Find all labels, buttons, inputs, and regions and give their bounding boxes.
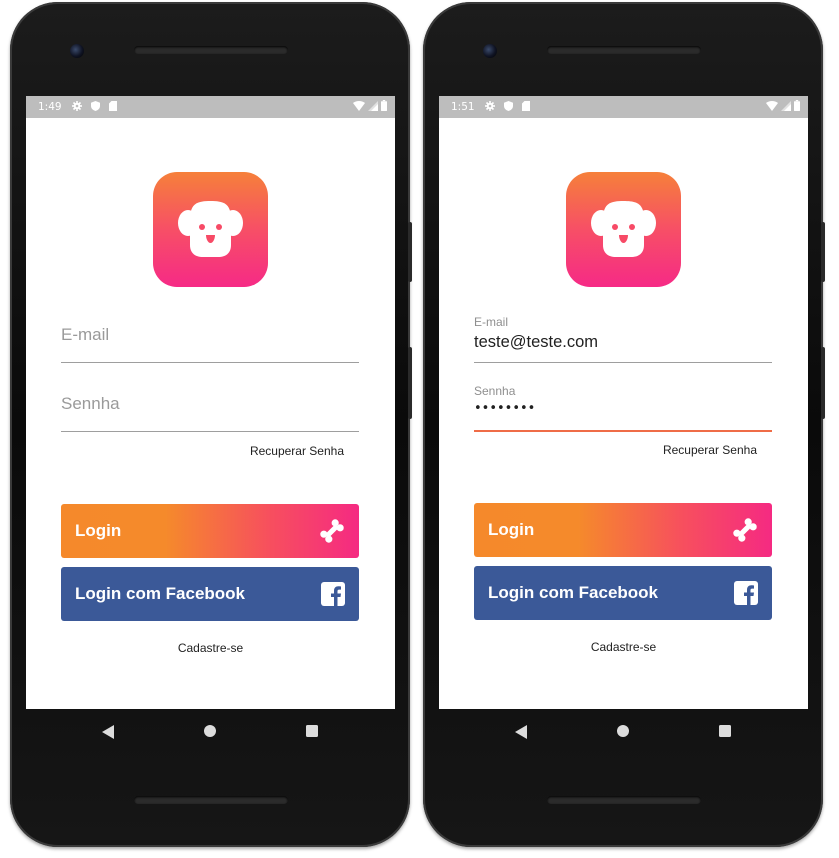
bottom-speaker bbox=[134, 796, 288, 804]
email-underline bbox=[474, 362, 772, 363]
facebook-login-button[interactable]: Login com Facebook bbox=[474, 566, 772, 620]
login-button-label: Login bbox=[488, 520, 535, 539]
settings-icon bbox=[71, 100, 82, 114]
login-button[interactable]: Login bbox=[474, 503, 772, 557]
dog-face-icon bbox=[178, 201, 243, 257]
shield-icon bbox=[90, 100, 100, 114]
volume-button bbox=[821, 222, 825, 282]
app-logo bbox=[566, 172, 681, 287]
bone-icon bbox=[732, 517, 758, 543]
phone-frame-left: 1:49 E-mail Sennha Recuperar Senha Login… bbox=[10, 2, 412, 847]
facebook-icon bbox=[734, 581, 758, 605]
wifi-icon bbox=[766, 100, 778, 114]
facebook-icon bbox=[321, 582, 345, 606]
password-field[interactable]: Sennha •••••••• bbox=[474, 379, 772, 432]
signup-link[interactable]: Cadastre-se bbox=[439, 640, 808, 654]
recents-icon[interactable] bbox=[306, 725, 318, 737]
settings-icon bbox=[484, 100, 495, 114]
email-value: teste@teste.com bbox=[474, 333, 599, 351]
screen-right: 1:51 E-mail teste@teste.com Sennha •••••… bbox=[439, 96, 808, 709]
screen-left: 1:49 E-mail Sennha Recuperar Senha Login… bbox=[26, 96, 395, 709]
phone-frame-right: 1:51 E-mail teste@teste.com Sennha •••••… bbox=[423, 2, 825, 847]
back-icon[interactable] bbox=[515, 725, 527, 744]
navigation-bar bbox=[26, 709, 395, 753]
battery-icon bbox=[381, 100, 387, 114]
earpiece-speaker bbox=[547, 46, 701, 54]
password-field[interactable]: Sennha bbox=[61, 379, 359, 432]
facebook-login-button[interactable]: Login com Facebook bbox=[61, 567, 359, 621]
home-icon[interactable] bbox=[204, 725, 216, 737]
status-bar: 1:49 bbox=[26, 96, 395, 118]
facebook-button-label: Login com Facebook bbox=[488, 583, 659, 602]
signal-icon bbox=[368, 100, 378, 114]
volume-button bbox=[408, 222, 412, 282]
power-button bbox=[408, 347, 412, 419]
recover-password-link[interactable]: Recuperar Senha bbox=[663, 443, 757, 457]
login-button-label: Login bbox=[75, 521, 122, 540]
front-camera bbox=[483, 44, 497, 58]
signal-icon bbox=[781, 100, 791, 114]
front-camera bbox=[70, 44, 84, 58]
email-field[interactable]: E-mail bbox=[61, 310, 359, 363]
bone-icon bbox=[319, 518, 345, 544]
login-button[interactable]: Login bbox=[61, 504, 359, 558]
email-placeholder: E-mail bbox=[61, 325, 110, 344]
bottom-speaker bbox=[547, 796, 701, 804]
dog-face-icon bbox=[591, 201, 656, 257]
email-field[interactable]: E-mail teste@teste.com bbox=[474, 310, 772, 363]
back-icon[interactable] bbox=[102, 725, 114, 744]
status-bar: 1:51 bbox=[439, 96, 808, 118]
status-time: 1:51 bbox=[451, 101, 475, 113]
email-label: E-mail bbox=[474, 315, 509, 329]
earpiece-speaker bbox=[134, 46, 288, 54]
wifi-icon bbox=[353, 100, 365, 114]
home-icon[interactable] bbox=[617, 725, 629, 737]
email-underline bbox=[61, 362, 359, 363]
navigation-bar bbox=[439, 709, 808, 753]
password-underline bbox=[61, 431, 359, 432]
recover-password-link[interactable]: Recuperar Senha bbox=[250, 444, 344, 458]
app-logo bbox=[153, 172, 268, 287]
status-time: 1:49 bbox=[38, 101, 62, 113]
facebook-button-label: Login com Facebook bbox=[75, 584, 246, 603]
signup-link[interactable]: Cadastre-se bbox=[26, 641, 395, 655]
power-button bbox=[821, 347, 825, 419]
password-label: Sennha bbox=[474, 384, 516, 398]
sd-card-icon bbox=[108, 100, 117, 114]
password-placeholder: Sennha bbox=[61, 394, 120, 413]
recents-icon[interactable] bbox=[719, 725, 731, 737]
sd-card-icon bbox=[521, 100, 530, 114]
password-value: •••••••• bbox=[474, 401, 536, 416]
shield-icon bbox=[503, 100, 513, 114]
password-underline-focused bbox=[474, 430, 772, 432]
battery-icon bbox=[794, 100, 800, 114]
